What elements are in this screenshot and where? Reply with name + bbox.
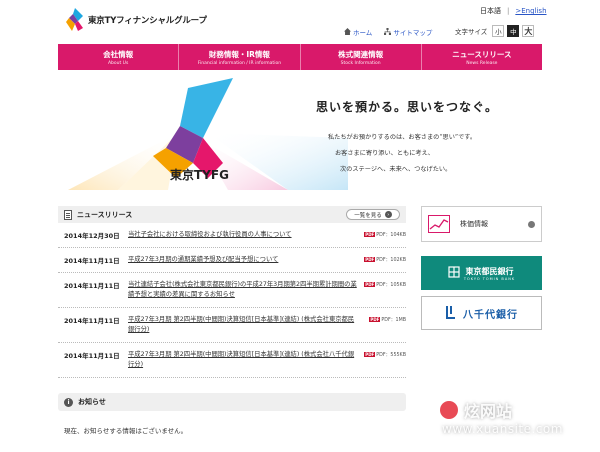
hero-message-line: 次のステージへ、未来へ、つなげたい。: [340, 166, 452, 173]
watermark-text: 炫网站: [464, 402, 513, 421]
nav-item-label: 会社情報: [103, 49, 134, 59]
news-date: 2014年11月11日: [64, 317, 120, 325]
news-date: 2014年11月11日: [64, 282, 120, 290]
tomin-bank-name-en: TOKYO TOMIN BANK: [463, 276, 516, 281]
watermark-url: www.xuansite.com: [442, 422, 563, 436]
pdf-size: PDF：555KB: [376, 353, 406, 358]
sitemap-link[interactable]: サイトマップ: [384, 27, 432, 37]
font-size-control: 文字サイズ 小 中 大: [455, 25, 535, 37]
nav-item-stock[interactable]: 株式関連情報 Stock Information: [301, 44, 422, 70]
tomin-bank-name: 東京都民銀行 TOKYO TOMIN BANK: [464, 266, 515, 281]
tomin-bank-name-ja: 東京都民銀行: [465, 266, 514, 276]
pdf-icon: PDF: [364, 257, 376, 262]
pdf-icon: PDF: [369, 317, 381, 322]
pdf-icon: PDF: [364, 232, 376, 237]
lang-japanese[interactable]: 日本語: [480, 6, 501, 16]
news-item: 2014年11月11日 平成27年3月期の通期業績予想及び配当予想について PD…: [58, 248, 406, 273]
news-item: 2014年11月11日 平成27年3月期 第2四半期(中間期)決算短信[日本基準…: [58, 343, 406, 378]
nav-item-label: 株式関連情報: [338, 49, 384, 59]
info-icon: i: [64, 397, 73, 407]
stock-info-label: 株価情報: [460, 220, 488, 228]
pdf-link[interactable]: PDF PDF：102KB: [364, 256, 406, 263]
font-size-label: 文字サイズ: [455, 28, 488, 36]
sitemap-link-label: サイトマップ: [393, 29, 433, 37]
utility-links: ホーム サイトマップ: [344, 27, 432, 37]
nav-item-about[interactable]: 会社情報 About Us: [58, 44, 180, 70]
news-release-header: ニュースリリース 一覧を見る ›: [58, 206, 406, 223]
nav-item-sublabel: About Us: [107, 60, 129, 66]
sitemap-icon: [384, 27, 392, 37]
logo-mark-icon: [66, 8, 84, 32]
news-link[interactable]: 当社子会社における取締役および執行役員の人事について: [128, 230, 358, 240]
watermark: 炫网站: [440, 398, 512, 422]
hero-brand-name: 東京TYFG: [170, 168, 229, 182]
pdf-size: PDF：105KB: [376, 283, 406, 288]
stock-info-banner[interactable]: 株価情報: [421, 206, 542, 242]
font-size-small-button[interactable]: 小: [492, 25, 505, 37]
global-nav: 会社情報 About Us 財務情報・IR情報 Financial inform…: [58, 44, 542, 70]
news-link[interactable]: 平成27年3月期 第2四半期(中間期)決算短信[日本基準](連結) (株式会社東…: [128, 315, 358, 335]
pdf-link[interactable]: PDF PDF：104KB: [364, 231, 406, 238]
tomin-bank-logo-icon: [448, 266, 460, 280]
pdf-size: PDF：102KB: [376, 258, 406, 263]
pdf-icon: PDF: [364, 282, 376, 287]
news-link[interactable]: 平成27年3月期 第2四半期(中間期)決算短信[日本基準](連結) (株式会社八…: [128, 350, 358, 370]
company-logo[interactable]: 東京TYフィナンシャルグループ: [66, 8, 207, 32]
company-name: 東京TYフィナンシャルグループ: [88, 16, 207, 26]
home-link[interactable]: ホーム: [344, 27, 372, 37]
pdf-link[interactable]: PDF PDF：555KB: [364, 351, 406, 358]
news-date: 2014年11月11日: [64, 257, 120, 265]
news-item: 2014年11月11日 当社連結子会社(株式会社東京都民銀行)の平成27年3月期…: [58, 273, 406, 308]
pdf-link[interactable]: PDF PDF：1MB: [369, 316, 406, 323]
home-icon: [344, 27, 351, 37]
news-link[interactable]: 当社連結子会社(株式会社東京都民銀行)の平成27年3月期第2四半期累計期間の業績…: [128, 280, 358, 300]
news-release-section: ニュースリリース 一覧を見る › 2014年12月30日 当社子会社における取締…: [58, 206, 406, 378]
document-icon: [64, 209, 72, 220]
nav-item-sublabel: Stock Information: [340, 60, 381, 66]
pdf-size: PDF：1MB: [381, 318, 406, 323]
view-all-news-button[interactable]: 一覧を見る ›: [346, 209, 400, 220]
news-link[interactable]: 平成27年3月期の通期業績予想及び配当予想について: [128, 255, 358, 265]
font-size-large-button[interactable]: 大: [522, 25, 535, 37]
chart-icon: [428, 215, 450, 233]
news-date: 2014年12月30日: [64, 232, 120, 240]
language-switcher: 日本語 | >English: [480, 6, 547, 16]
news-item: 2014年11月11日 平成27年3月期 第2四半期(中間期)決算短信[日本基準…: [58, 308, 406, 343]
news-release-title: ニュースリリース: [77, 210, 133, 219]
notice-header: i お知らせ: [58, 393, 406, 411]
nav-item-label: ニュースリリース: [452, 49, 512, 59]
notice-title: お知らせ: [78, 398, 106, 406]
view-all-label: 一覧を見る: [354, 212, 382, 219]
pdf-size: PDF：104KB: [376, 233, 406, 238]
yachiyo-bank-name: 八千代銀行: [463, 309, 518, 321]
lang-separator: |: [507, 7, 510, 15]
notice-message: 現在、お知らせする情報はございません。: [64, 427, 188, 435]
pdf-link[interactable]: PDF PDF：105KB: [364, 281, 406, 288]
hero-tagline: 思いを預かる。思いをつなぐ。: [316, 100, 499, 114]
tomin-bank-banner[interactable]: 東京都民銀行 TOKYO TOMIN BANK: [421, 256, 542, 290]
nav-item-sublabel: Financial information / IR information: [197, 60, 282, 66]
lang-english-link[interactable]: >English: [515, 7, 546, 15]
watermark-dot-icon: [440, 401, 458, 419]
hero-message: 私たちがお預かりするのは、お客さまの“思い”です。 お客さまに寄り添い、ともに考…: [328, 130, 476, 178]
hero-banner: 東京TYFG 思いを預かる。思いをつなぐ。 私たちがお預かりするのは、お客さまの…: [58, 78, 542, 196]
nav-item-ir[interactable]: 財務情報・IR情報 Financial information / IR inf…: [179, 44, 301, 70]
yachiyo-bank-logo-icon: [445, 305, 457, 321]
hero-message-line: お客さまに寄り添い、ともに考え、: [335, 150, 434, 157]
news-item: 2014年12月30日 当社子会社における取締役および執行役員の人事について P…: [58, 223, 406, 248]
arrow-circle-icon: [528, 220, 535, 228]
yachiyo-bank-banner[interactable]: 八千代銀行: [421, 296, 542, 330]
arrow-right-icon: ›: [384, 211, 392, 218]
pdf-icon: PDF: [364, 352, 376, 357]
notice-section: i お知らせ 現在、お知らせする情報はございません。: [58, 393, 406, 435]
nav-item-sublabel: News Release: [466, 60, 498, 66]
font-size-medium-button[interactable]: 中: [507, 25, 520, 37]
nav-item-label: 財務情報・IR情報: [208, 49, 270, 59]
hero-message-line: 私たちがお預かりするのは、お客さまの“思い”です。: [328, 134, 477, 141]
home-link-label: ホーム: [353, 29, 373, 37]
nav-item-news[interactable]: ニュースリリース News Release: [422, 44, 542, 70]
news-date: 2014年11月11日: [64, 352, 120, 360]
